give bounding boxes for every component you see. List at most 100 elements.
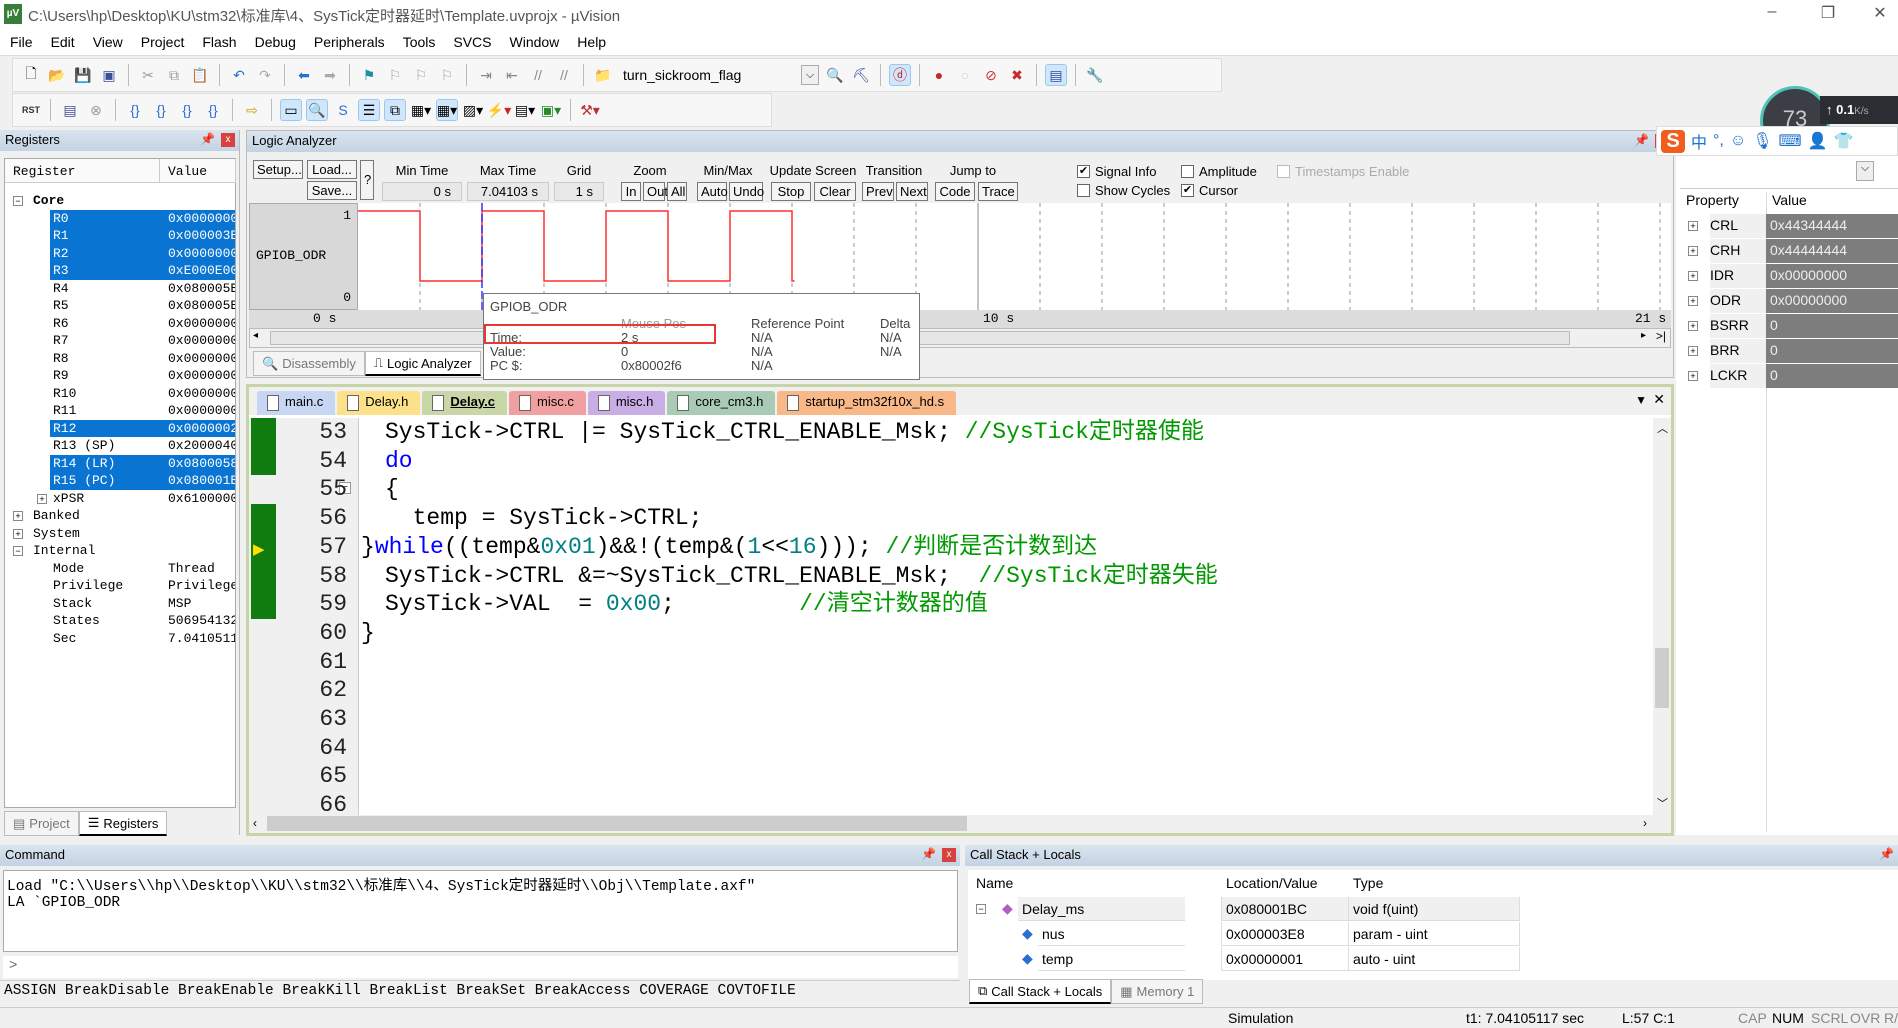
prev-transition-button[interactable]: Prev (862, 182, 894, 201)
collapse-icon[interactable]: − (13, 196, 23, 206)
comment-icon[interactable]: // (528, 65, 548, 85)
code-line[interactable]: SysTick->CTRL |= SysTick_CTRL_ENABLE_Msk… (385, 418, 1204, 447)
serial-window-icon[interactable]: ▨▾ (463, 100, 483, 120)
chevron-down-icon[interactable]: ⌵ (801, 65, 819, 85)
close-icon[interactable]: x (942, 848, 956, 862)
show-next-statement-icon[interactable]: ⇨ (242, 100, 262, 120)
step-into-icon[interactable]: {} (125, 100, 145, 120)
code-area[interactable]: ▶ − 53 SysTick->CTRL |= SysTick_CTRL_ENAB… (249, 418, 1653, 815)
code-line[interactable]: SysTick->VAL = 0x00; //清空计数器的值 (385, 590, 988, 619)
new-file-icon[interactable]: 🗋 (21, 65, 41, 85)
cursor-checkbox[interactable]: ✔ Cursor (1181, 183, 1238, 198)
code-line[interactable]: { (385, 475, 399, 504)
indent-icon[interactable]: ⇥ (476, 65, 496, 85)
local-value[interactable]: 0x080001BC (1221, 897, 1348, 921)
chevron-down-icon[interactable]: ⌵ (1856, 161, 1874, 181)
register-row[interactable]: R8 0x0000000 (5, 350, 235, 368)
tab-logic-analyzer[interactable]: ⎍ Logic Analyzer (364, 351, 481, 376)
expand-icon[interactable]: + (1688, 271, 1698, 281)
expand-icon[interactable]: + (1688, 371, 1698, 381)
menu-project[interactable]: Project (131, 29, 193, 50)
expand-icon[interactable]: + (1688, 321, 1698, 331)
clear-bookmarks-icon[interactable]: ⚐ (437, 65, 457, 85)
tab-startup-stm32f10x-hd-s[interactable]: startup_stm32f10x_hd.s (777, 391, 957, 415)
step-over-icon[interactable]: {} (151, 100, 171, 120)
expand-icon[interactable]: + (13, 528, 23, 539)
enable-breakpoint-icon[interactable]: ○ (955, 65, 975, 85)
jump-code-button[interactable]: Code (935, 182, 975, 201)
tab-delay-c[interactable]: Delay.c (422, 391, 507, 415)
pin-icon[interactable]: 📌 (1879, 847, 1894, 861)
run-icon[interactable]: ▤ (60, 100, 80, 120)
tab-memory-1[interactable]: ▦ Memory 1 (1111, 979, 1204, 1004)
register-row[interactable]: Privilege Privilege (5, 577, 235, 595)
property-row[interactable]: + CRL 0x44344444 (1676, 214, 1898, 239)
register-row[interactable]: R3 0xE000E00 (5, 262, 235, 280)
checkbox-icon[interactable]: ✔ (1181, 184, 1194, 197)
menu-debug[interactable]: Debug (245, 29, 304, 50)
property-value[interactable]: 0 (1766, 339, 1898, 363)
pin-icon[interactable]: 📌 (200, 132, 215, 146)
sogou-logo-icon[interactable]: S (1661, 129, 1685, 153)
find-icon[interactable]: 🔍 (825, 65, 845, 85)
collapse-icon[interactable]: − (13, 546, 23, 556)
expand-icon[interactable]: + (13, 511, 23, 521)
pin-icon[interactable]: 📌 (921, 847, 936, 861)
register-row[interactable]: R0 0x0000000 (5, 209, 235, 227)
open-folder-icon[interactable]: 📂 (47, 65, 67, 85)
scroll-thumb[interactable] (1655, 648, 1669, 708)
prev-bookmark-icon[interactable]: ⚐ (385, 65, 405, 85)
microphone-icon[interactable]: 🎙 (1752, 131, 1772, 151)
register-row[interactable]: R1 0x000003E (5, 227, 235, 245)
code-line[interactable]: SysTick->CTRL &=~SysTick_CTRL_ENABLE_Msk… (385, 562, 1218, 591)
tab-registers[interactable]: ☰ Registers (78, 811, 168, 836)
scroll-left-icon[interactable]: ◂ (253, 330, 258, 341)
scroll-down-icon[interactable]: ﹀ (1657, 795, 1668, 811)
register-row[interactable]: R15 (PC) 0x080001B (5, 472, 235, 490)
incremental-find-icon[interactable]: ⛏ (851, 65, 871, 85)
scroll-thumb[interactable] (267, 816, 967, 831)
tab-main-c[interactable]: main.c (257, 391, 336, 415)
register-row[interactable]: R7 0x0000000 (5, 332, 235, 350)
property-value[interactable]: 0x00000000 (1766, 264, 1898, 288)
checkbox-icon[interactable] (1277, 165, 1290, 178)
property-row[interactable]: + BRR 0 (1676, 339, 1898, 364)
window-layout-icon[interactable]: ▤ (1045, 64, 1067, 86)
maximize-button[interactable]: ❐ (1808, 3, 1848, 25)
command-window-icon[interactable]: ▭ (280, 99, 302, 121)
register-row[interactable]: Stack MSP (5, 595, 235, 613)
auto-button[interactable]: Auto (697, 182, 728, 201)
column-header-type[interactable]: Type (1353, 875, 1383, 891)
signal-info-checkbox[interactable]: ✔ Signal Info (1077, 164, 1156, 179)
scroll-thumb[interactable] (270, 331, 1570, 345)
zoom-all-button[interactable]: All (667, 182, 687, 201)
expand-icon[interactable]: + (37, 493, 47, 504)
trace-window-icon[interactable]: ▤▾ (515, 100, 535, 120)
register-row[interactable]: + System (5, 525, 235, 543)
register-row[interactable]: − Core (5, 192, 235, 210)
keyboard-icon[interactable]: ⌨ (1779, 131, 1802, 151)
undo-button[interactable]: Undo (729, 182, 764, 201)
tab-delay-h[interactable]: Delay.h (337, 391, 421, 415)
undo-icon[interactable]: ↶ (229, 65, 249, 85)
register-row[interactable]: R13 (SP) 0x2000040 (5, 437, 235, 455)
scroll-end-icon[interactable]: >| (1656, 329, 1666, 343)
register-row[interactable]: R6 0x0000000 (5, 315, 235, 333)
property-row[interactable]: + CRH 0x44444444 (1676, 239, 1898, 264)
menu-view[interactable]: View (83, 29, 131, 50)
tab-disassembly[interactable]: 🔍 Disassembly (253, 351, 365, 376)
nav-forward-icon[interactable]: ➡ (320, 65, 340, 85)
stop-icon[interactable]: ⊗ (86, 100, 106, 120)
skin-icon[interactable]: 👕 (1834, 131, 1854, 151)
callstack-row[interactable]: − ◆ Delay_ms 0x080001BC void f(uint) (968, 897, 1548, 922)
registers-window-icon[interactable]: ☰ (358, 99, 380, 121)
close-file-icon[interactable]: ✕ (1653, 391, 1665, 408)
zoom-out-button[interactable]: Out (643, 182, 668, 201)
help-button[interactable]: ? (360, 160, 374, 200)
code-line[interactable]: do (385, 447, 413, 476)
zoom-in-button[interactable]: In (621, 182, 641, 201)
code-line[interactable]: }while((temp&0x01)&&!(temp&(1<<16))); //… (361, 533, 1097, 562)
property-value[interactable]: 0 (1766, 314, 1898, 338)
property-value[interactable]: 0x44444444 (1766, 239, 1898, 263)
system-viewer-icon[interactable]: ▣▾ (541, 100, 561, 120)
